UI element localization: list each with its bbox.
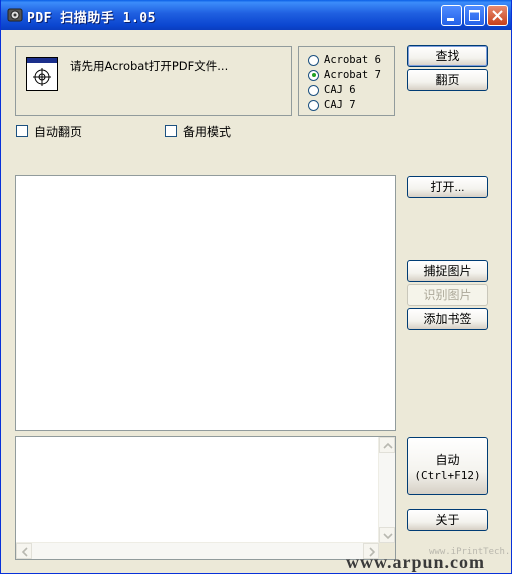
- find-button[interactable]: 查找: [407, 45, 488, 67]
- radio-caj6[interactable]: CAJ 6: [308, 83, 356, 97]
- capture-image-button[interactable]: 捕捉图片: [407, 260, 488, 282]
- scroll-left-button[interactable]: [16, 543, 32, 559]
- chevron-up-icon: [383, 442, 393, 449]
- minimize-button[interactable]: [441, 5, 462, 26]
- app-icon: [7, 8, 23, 22]
- auto-button-shortcut: (Ctrl+F12): [414, 469, 481, 482]
- output-text-area[interactable]: [15, 436, 396, 560]
- radio-circle[interactable]: [308, 84, 319, 96]
- radio-label: Acrobat 6: [324, 54, 381, 66]
- recognize-image-button[interactable]: 识别图片: [407, 284, 488, 306]
- horizontal-scrollbar[interactable]: [16, 542, 379, 559]
- hint-panel: 请先用Acrobat打开PDF文件...: [15, 46, 292, 116]
- close-button[interactable]: [487, 5, 508, 26]
- add-bookmark-button[interactable]: 添加书签: [407, 308, 488, 330]
- chevron-down-icon: [383, 533, 393, 540]
- auto-button[interactable]: 自动 (Ctrl+F12): [407, 437, 488, 495]
- auto-page-turn-checkbox[interactable]: 自动翻页: [16, 124, 83, 139]
- chevron-left-icon: [21, 547, 28, 557]
- vertical-scrollbar[interactable]: [378, 437, 395, 543]
- watermark-main: www.arpun.com: [346, 552, 486, 572]
- close-icon: [492, 10, 503, 21]
- auto-button-label: 自动: [435, 453, 460, 467]
- maximize-button[interactable]: [464, 5, 485, 26]
- radio-label: Acrobat 7: [324, 69, 381, 81]
- app-window: PDF 扫描助手 1.05 请先用Acrobat打开PDF文件... Acrob…: [0, 0, 512, 574]
- scroll-down-button[interactable]: [379, 527, 395, 543]
- radio-circle[interactable]: [308, 99, 319, 111]
- checkbox-box[interactable]: [16, 125, 28, 137]
- checkbox-label: 自动翻页: [34, 124, 83, 139]
- title-bar[interactable]: PDF 扫描助手 1.05: [1, 0, 511, 30]
- page-turn-button[interactable]: 翻页: [407, 69, 488, 91]
- backup-mode-checkbox[interactable]: 备用模式: [165, 124, 232, 139]
- maximize-icon: [469, 10, 480, 21]
- target-document-icon: [26, 57, 58, 91]
- image-preview-area[interactable]: [15, 175, 396, 431]
- scroll-up-button[interactable]: [379, 437, 395, 453]
- reader-options-group: Acrobat 6 Acrobat 7 CAJ 6 CAJ 7: [298, 46, 395, 116]
- minimize-icon: [447, 18, 454, 21]
- hint-text: 请先用Acrobat打开PDF文件...: [70, 59, 229, 73]
- window-title: PDF 扫描助手 1.05: [27, 11, 156, 26]
- radio-label: CAJ 6: [324, 84, 356, 96]
- checkbox-box[interactable]: [165, 125, 177, 137]
- radio-caj7[interactable]: CAJ 7: [308, 98, 356, 112]
- radio-acrobat7[interactable]: Acrobat 7: [308, 68, 381, 82]
- radio-acrobat6[interactable]: Acrobat 6: [308, 53, 381, 67]
- radio-circle-checked[interactable]: [308, 69, 319, 81]
- radio-label: CAJ 7: [324, 99, 356, 111]
- open-button[interactable]: 打开...: [407, 176, 488, 198]
- about-button[interactable]: 关于: [407, 509, 488, 531]
- radio-circle[interactable]: [308, 54, 319, 66]
- checkbox-label: 备用模式: [183, 124, 232, 139]
